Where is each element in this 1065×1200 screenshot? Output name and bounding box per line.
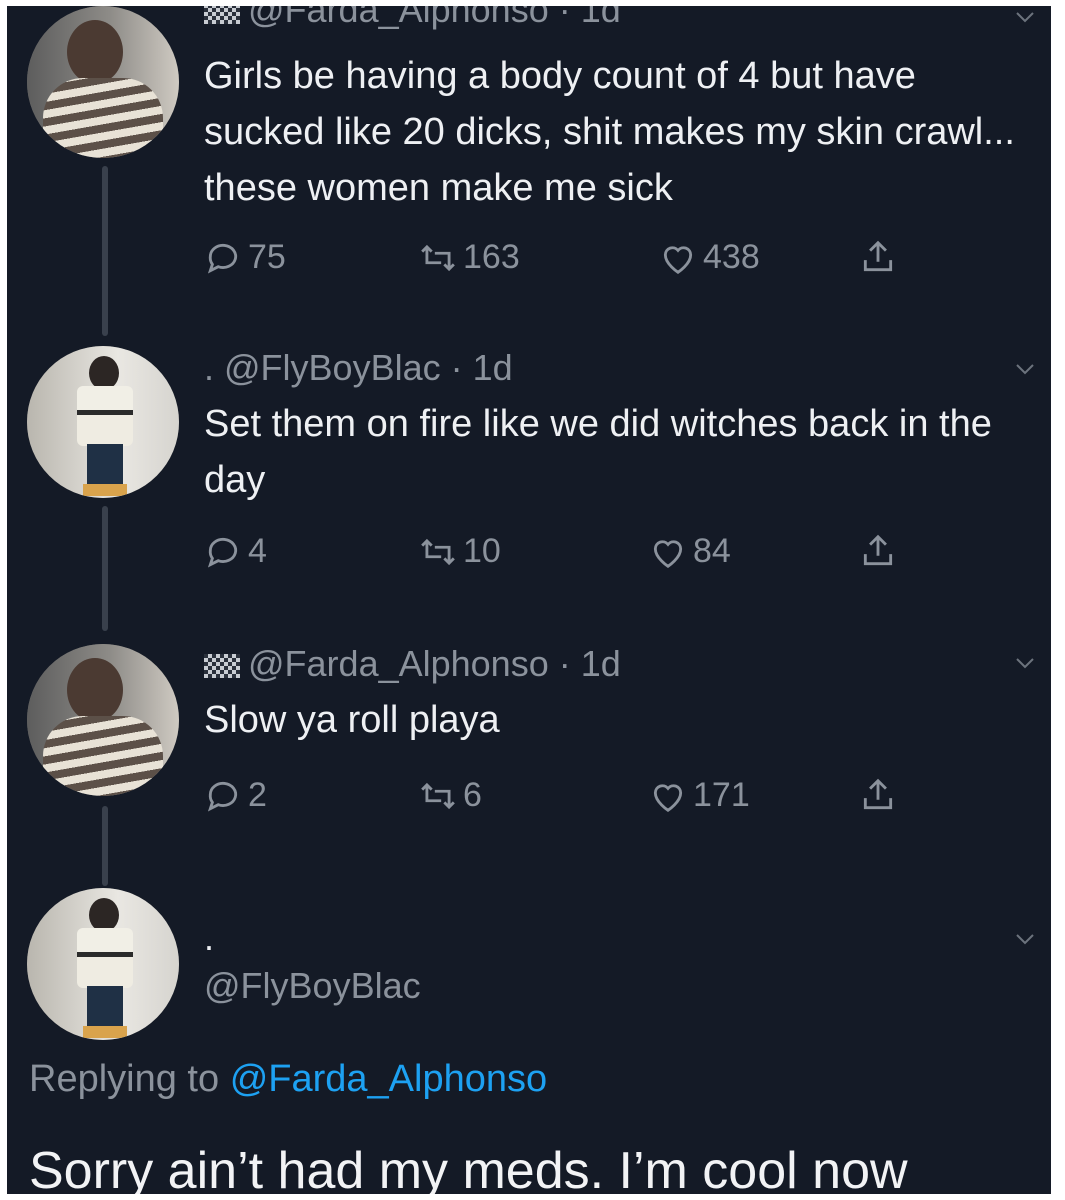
focused-tweet-text: Sorry ain’t had my meds. I’m cool now xyxy=(29,1142,908,1194)
share-icon xyxy=(863,240,893,272)
share-icon xyxy=(863,778,893,810)
like-button[interactable]: 84 xyxy=(649,532,731,571)
reply-icon xyxy=(207,537,238,567)
like-icon xyxy=(663,245,693,274)
chevron-down-icon[interactable] xyxy=(1014,928,1036,950)
focused-handle[interactable]: @FlyBoyBlac xyxy=(204,964,421,1008)
tweet-handle-row: . @FlyBoyBlac · 1d xyxy=(204,346,513,390)
replying-to: Replying to @Farda_Alphonso xyxy=(29,1058,547,1101)
retweet-icon xyxy=(421,782,455,809)
reply-icon xyxy=(207,243,238,273)
replying-mention[interactable]: @Farda_Alphonso xyxy=(230,1058,547,1100)
thread-line xyxy=(102,166,108,336)
retweet-count: 163 xyxy=(463,238,520,276)
like-count: 84 xyxy=(693,532,731,570)
like-button[interactable]: 171 xyxy=(649,776,750,815)
thread-line xyxy=(102,506,108,631)
avatar-flyboyblac[interactable] xyxy=(27,888,179,1040)
retweet-button[interactable]: 10 xyxy=(419,532,501,571)
chevron-down-icon[interactable] xyxy=(1014,652,1036,674)
avatar-farda[interactable] xyxy=(27,6,179,158)
screen: @Farda_Alphonso · 1d Girls be having a b… xyxy=(7,6,1051,1194)
share-button[interactable] xyxy=(859,776,903,814)
tweet-handle[interactable]: @Farda_Alphonso · 1d xyxy=(248,643,621,684)
like-count: 171 xyxy=(693,776,750,814)
reply-count: 2 xyxy=(248,776,267,814)
thread-line xyxy=(102,806,108,886)
tweet-text: Set them on fire like we did witches bac… xyxy=(204,403,992,501)
display-name: . xyxy=(204,917,215,958)
like-icon xyxy=(653,783,683,812)
avatar-farda[interactable] xyxy=(27,644,179,796)
tweet-handle-row: @Farda_Alphonso · 1d xyxy=(204,642,621,686)
tweet-text: Girls be having a body count of 4 but ha… xyxy=(204,55,1015,209)
share-button[interactable] xyxy=(859,238,903,276)
like-icon xyxy=(653,539,683,568)
retweet-button[interactable]: 163 xyxy=(419,238,520,277)
tweet-handle-row: @Farda_Alphonso · 1d xyxy=(204,6,621,32)
share-button[interactable] xyxy=(859,532,903,570)
tweet-text: Slow ya roll playa xyxy=(204,699,500,741)
tweet-handle[interactable]: @Farda_Alphonso · 1d xyxy=(248,6,621,30)
like-count: 438 xyxy=(703,238,760,276)
like-button[interactable]: 438 xyxy=(659,238,760,277)
reply-button[interactable]: 4 xyxy=(204,532,267,571)
retweet-count: 10 xyxy=(463,532,501,570)
reply-count: 75 xyxy=(248,238,286,276)
flag-icon xyxy=(204,6,240,25)
share-icon xyxy=(863,534,893,566)
chevron-down-icon[interactable] xyxy=(1014,6,1036,28)
chevron-down-icon[interactable] xyxy=(1014,358,1036,380)
flag-icon xyxy=(204,654,240,679)
reply-button[interactable]: 2 xyxy=(204,776,267,815)
retweet-icon xyxy=(421,244,455,271)
tweet-handle[interactable]: . @FlyBoyBlac · 1d xyxy=(204,347,513,388)
reply-button[interactable]: 75 xyxy=(204,238,286,277)
avatar-flyboyblac[interactable] xyxy=(27,346,179,498)
retweet-icon xyxy=(421,538,455,565)
reply-count: 4 xyxy=(248,532,267,570)
retweet-button[interactable]: 6 xyxy=(419,776,482,815)
reply-icon xyxy=(207,781,238,811)
replying-prefix: Replying to xyxy=(29,1058,220,1100)
retweet-count: 6 xyxy=(463,776,482,814)
